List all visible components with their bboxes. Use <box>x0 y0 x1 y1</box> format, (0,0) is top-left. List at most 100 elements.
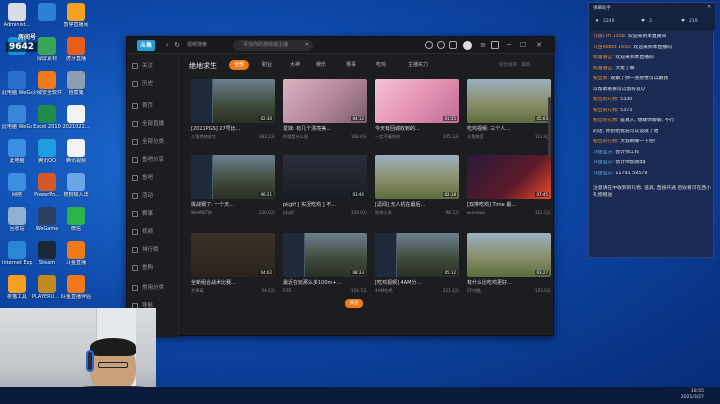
search-clear-icon[interactable]: ✕ <box>303 41 311 49</box>
sidebar-item[interactable]: 活动 <box>132 190 176 202</box>
video-card[interactable]: 08:33 最近在玩那么多100m+... FIFE 124.7万 <box>283 233 367 300</box>
desktop-icon[interactable]: PowerPo... <box>32 173 62 198</box>
video-title[interactable]: pkgtf [ 实况吃鸡 ] 不... <box>283 201 367 208</box>
sidebar-item[interactable]: 历史 <box>132 78 176 90</box>
back-icon[interactable]: ‹ <box>163 41 171 49</box>
desktop-icon[interactable]: PLAYERU... BATTLEGR... <box>32 275 62 300</box>
video-card[interactable]: 04:02 全新组合战术比赛... 大草莓 54.6万 <box>191 233 275 300</box>
video-title[interactable]: 吃鸡视频: 三个人... <box>467 125 551 132</box>
video-title[interactable]: [2021PGS] 27号比... <box>191 125 275 132</box>
sidebar-item[interactable]: 鱼吧分享 <box>132 154 176 166</box>
message-icon[interactable] <box>449 41 457 49</box>
desktop-icon[interactable]: 腾讯视频 <box>61 139 91 164</box>
video-thumbnail[interactable]: 03:27 <box>467 233 551 277</box>
video-card[interactable]: 01:55 今天有回城收到的... 一定不骗你的 245.3万 <box>375 79 459 146</box>
video-card[interactable]: 05:12 [吃鸡视频] 4AM分... 4AM吃鸡 221.4万 <box>375 233 459 300</box>
video-title[interactable]: [双排吃鸡] Time 最... <box>467 201 551 208</box>
desktop-icon[interactable]: 斗鱼直播 <box>61 241 91 266</box>
desktop-icon[interactable] <box>32 3 62 22</box>
user-avatar[interactable] <box>463 41 472 50</box>
video-title[interactable]: [吃鸡视频] 4AM分... <box>375 279 459 286</box>
search-input[interactable]: 寻找你的游戏或主播 <box>233 40 313 51</box>
video-thumbnail[interactable]: 02:18 <box>375 155 459 199</box>
sidebar-item[interactable]: 关注 <box>132 60 176 72</box>
chat-username[interactable]: 粉丝的礼物: <box>593 97 619 102</box>
category-tab[interactable]: 主播实力 <box>403 60 433 70</box>
video-author[interactable]: pkgtf <box>283 210 294 215</box>
desktop-icon[interactable]: 此电脑 WeGame版 <box>2 71 32 96</box>
video-author[interactable]: wucaiwa <box>467 210 485 215</box>
desktop-icon[interactable]: Steam <box>32 241 62 266</box>
video-card[interactable]: 07:45 [双排吃鸡] Time 最... wucaiwa 311.5万 <box>467 155 551 222</box>
chat-username[interactable]: 标准语言: <box>593 55 614 60</box>
video-thumbnail[interactable]: 04:12 <box>283 79 367 123</box>
desktop-icon[interactable]: 回收站 <box>2 207 32 232</box>
sidebar-item[interactable]: 排行榜 <box>132 244 176 256</box>
video-thumbnail[interactable]: 04:02 <box>191 233 275 277</box>
video-title[interactable]: 爱妹: 有几个漂亮美... <box>283 125 367 132</box>
video-thumbnail[interactable]: 07:45 <box>467 155 551 199</box>
desktop-icon[interactable]: 虎牙直播 <box>61 37 91 62</box>
chat-username[interactable]: 标准语言: <box>593 66 614 71</box>
video-title[interactable]: [逗闻] 无人机在最后... <box>375 201 459 208</box>
video-title[interactable]: 今天有回城收到的... <box>375 125 459 132</box>
video-title[interactable]: 最近在玩那么多100m+... <box>283 279 367 286</box>
sidebar-item[interactable]: 视频 <box>132 226 176 238</box>
chat-username[interactable]: 斗鱼官方: <box>593 150 614 155</box>
chat-username[interactable]: 斗鱼官方: <box>593 171 614 176</box>
desktop-icon[interactable]: 腾讯QQ <box>32 139 62 164</box>
video-thumbnail[interactable]: 02:30 <box>191 79 275 123</box>
video-thumbnail[interactable]: 05:12 <box>375 233 459 277</box>
video-title[interactable]: 挑战钢了: 一个天... <box>191 201 275 208</box>
menu-icon[interactable]: ≡ <box>479 41 487 49</box>
desktop-icon[interactable]: Excel 2010 <box>32 105 62 130</box>
category-tab[interactable]: 职业 <box>257 60 277 70</box>
video-thumbnail[interactable]: 01:55 <box>375 79 459 123</box>
sort-filter[interactable]: 综合排序 · 最新 <box>499 62 530 68</box>
desktop-icon[interactable]: 微信 <box>61 207 91 232</box>
douyu-logo[interactable]: 斗鱼 <box>137 40 155 51</box>
sidebar-item[interactable]: 首页 <box>132 100 176 112</box>
sidebar-item[interactable]: 鱼吧 <box>132 172 176 184</box>
desktop-icon[interactable]: 火绒安全软件 <box>32 71 62 96</box>
video-author[interactable]: 斗鱼绝地求生 <box>191 134 216 139</box>
settings-icon[interactable] <box>425 41 433 49</box>
sidebar-item[interactable]: 鱼购 <box>132 262 176 274</box>
scrollbar[interactable] <box>548 97 551 157</box>
sidebar-item[interactable]: 赛事 <box>132 208 176 220</box>
video-author[interactable]: CF帅猫 <box>467 288 481 293</box>
category-tab[interactable]: 大神 <box>285 60 305 70</box>
desktop-icon[interactable]: WeGame <box>32 207 62 232</box>
desktop-icon[interactable]: 夜猫工具 <box>2 275 32 300</box>
video-author[interactable]: 你就是什么呢 <box>283 134 308 139</box>
video-title[interactable]: 有什么比吃鸡更好... <box>467 279 551 286</box>
video-author[interactable]: 斗鱼电竞 <box>467 134 484 139</box>
video-author[interactable]: FIFE <box>283 288 292 293</box>
chat-username[interactable]: 粉丝牌: <box>593 76 609 81</box>
video-title[interactable]: 全新组合战术比赛... <box>191 279 275 286</box>
video-author[interactable]: WeMWTW <box>191 210 212 215</box>
video-card[interactable]: 02:30 [2021PGS] 27号比... 斗鱼绝地求生 383.2万 <box>191 79 275 146</box>
desktop-icon[interactable]: Administ... <box>2 3 32 28</box>
video-card[interactable]: 03:27 有什么比吃鸡更好... CF帅猫 153.6万 <box>467 233 551 300</box>
chat-username[interactable]: 粉丝的礼物: <box>593 108 619 113</box>
chat-username[interactable]: 斗鱼官方: <box>593 160 614 165</box>
category-tab[interactable]: 赛事 <box>341 60 361 70</box>
chat-username[interactable]: 粉丝的礼物: <box>593 118 619 123</box>
desktop-icon[interactable]: 此电脑 <box>2 139 32 164</box>
chat-username[interactable]: 斗鱼Ctrl 1558: <box>593 34 626 39</box>
chat-username[interactable]: 粉丝的礼物: <box>593 139 619 144</box>
video-author[interactable]: 4AM吃鸡 <box>375 288 393 293</box>
desktop-icon[interactable]: 2021021... <box>61 105 91 130</box>
video-card[interactable]: 02:18 [逗闻] 无人机在最后... 吃鸡小虎 98.7万 <box>375 155 459 222</box>
close-icon[interactable]: ✕ <box>535 41 543 49</box>
desktop-icon[interactable]: 斗鱼直播伴侣 <box>61 275 91 300</box>
follow-button[interactable]: 关注 <box>345 299 363 308</box>
video-author[interactable]: 吃鸡小虎 <box>375 210 392 215</box>
desktop-icon[interactable]: 此电脑 WeGame版 <box>2 105 32 130</box>
chat-username[interactable]: 斗鱼Robot 1650: <box>593 45 632 50</box>
video-card[interactable]: 06:21 挑战钢了: 一个天... WeMWTW 230.6万 <box>191 155 275 222</box>
video-author[interactable]: 大草莓 <box>191 288 204 293</box>
sidebar-item[interactable]: 全部直播 <box>132 118 176 130</box>
category-tab[interactable]: 吃鸡 <box>371 60 391 70</box>
